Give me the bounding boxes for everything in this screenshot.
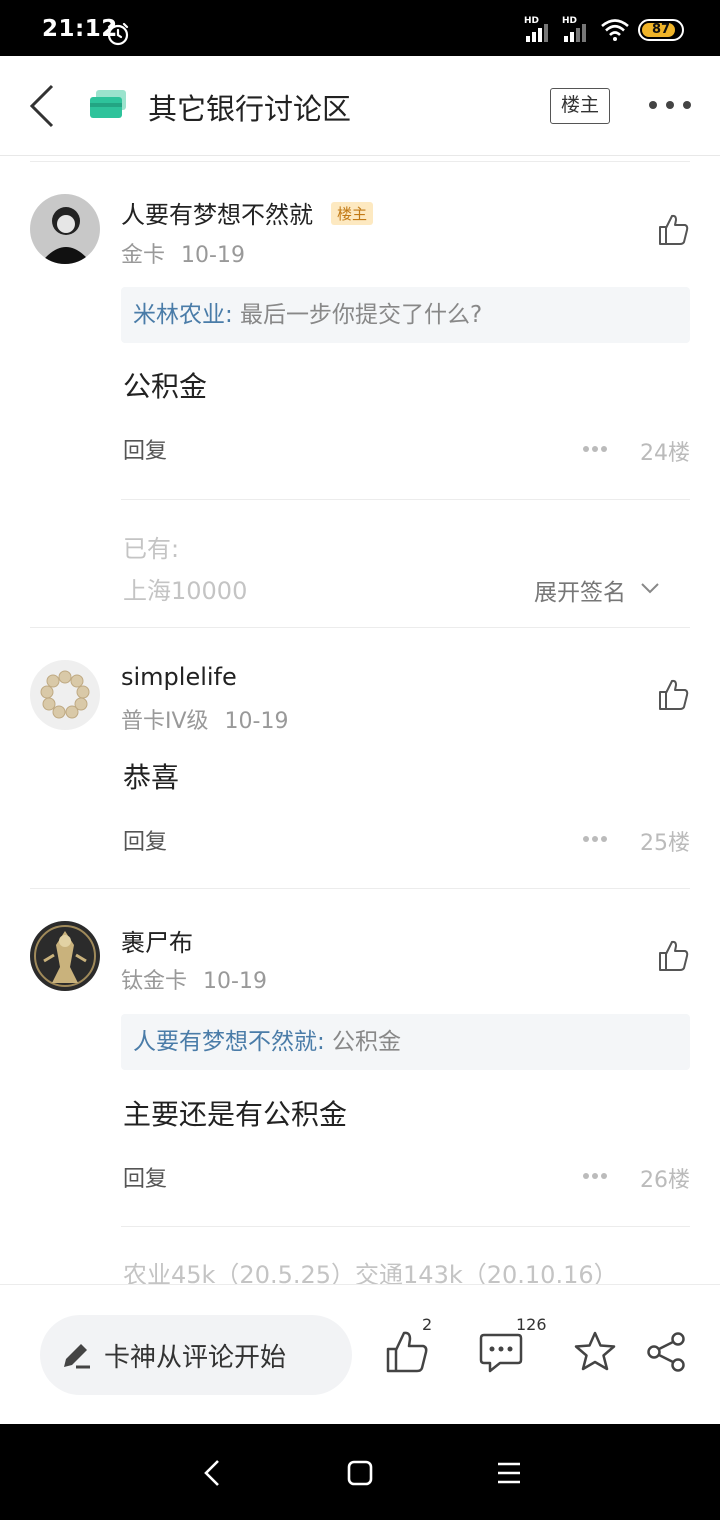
floor-number: 26楼 — [640, 1168, 690, 1193]
divider — [121, 499, 690, 500]
page-title: 其它银行讨论区 — [148, 92, 352, 126]
divider — [121, 1226, 690, 1227]
signature-line: 农业45k（20.5.25）交通143k（20.10.16） — [123, 1261, 618, 1284]
comment-date: 10-19 — [203, 969, 267, 994]
user-level: 钛金卡 — [121, 969, 188, 994]
floor-number: 25楼 — [640, 831, 690, 856]
quoted-reply[interactable]: 人要有梦想不然就: 公积金 — [121, 1014, 690, 1070]
comment-input[interactable]: 卡神从评论开始 — [40, 1315, 352, 1395]
divider — [30, 888, 690, 889]
more-options-icon[interactable] — [648, 100, 692, 110]
comment-placeholder[interactable]: 卡神从评论开始 — [104, 1337, 286, 1374]
thumbs-up-icon[interactable] — [656, 939, 690, 973]
comment-count: 126 — [516, 1315, 547, 1334]
avatar[interactable] — [30, 921, 100, 991]
back-arrow-icon[interactable] — [26, 82, 60, 130]
forum-card-icon — [90, 90, 126, 118]
quoted-user[interactable]: 米林农业: — [133, 302, 233, 328]
thumbs-up-icon[interactable] — [384, 1329, 430, 1375]
share-icon[interactable] — [644, 1329, 690, 1375]
divider — [30, 627, 690, 628]
pencil-icon — [64, 1344, 90, 1369]
signature-line: 已有: — [123, 535, 180, 563]
reply-button[interactable]: 回复 — [123, 433, 167, 465]
cell-signal-1-icon: HD — [524, 16, 554, 42]
nav-menu-icon[interactable] — [494, 1458, 524, 1488]
comment-text: 主要还是有公积金 — [123, 1098, 348, 1131]
wifi-icon — [601, 19, 629, 41]
quoted-reply[interactable]: 米林农业: 最后一步你提交了什么? — [121, 287, 690, 343]
system-nav-bar — [0, 1424, 720, 1520]
louzhu-only-button[interactable]: 楼主 — [550, 88, 610, 124]
comment-bubble-icon[interactable] — [478, 1329, 524, 1375]
quoted-text: 公积金 — [324, 1029, 402, 1055]
quoted-text: 最后一步你提交了什么? — [232, 302, 483, 328]
avatar[interactable] — [30, 194, 100, 264]
comment-meta: 金卡 10-19 — [121, 237, 245, 269]
expand-signature-button[interactable]: 展开签名 — [534, 573, 626, 607]
app-header: 其它银行讨论区 楼主 — [0, 56, 720, 156]
reply-button[interactable]: 回复 — [123, 1161, 167, 1193]
louzhu-badge: 楼主 — [331, 202, 374, 225]
more-options-icon[interactable] — [582, 835, 608, 843]
nav-home-icon[interactable] — [345, 1458, 375, 1488]
comment-text: 公积金 — [123, 370, 208, 403]
user-level: 普卡IV级 — [121, 709, 209, 734]
bottom-action-bar: 卡神从评论开始 2 126 — [0, 1284, 720, 1424]
thumbs-up-icon[interactable] — [656, 678, 690, 712]
floor-number: 24楼 — [640, 441, 690, 466]
avatar[interactable] — [30, 660, 100, 730]
comment-meta: 普卡IV级 10-19 — [121, 703, 288, 735]
divider — [30, 161, 690, 162]
user-level: 金卡 — [121, 243, 166, 268]
comment-username[interactable]: simplelife — [121, 663, 237, 691]
comment-meta: 钛金卡 10-19 — [121, 963, 267, 995]
more-options-icon[interactable] — [582, 1172, 608, 1180]
star-icon[interactable] — [572, 1329, 618, 1375]
reply-button[interactable]: 回复 — [123, 824, 167, 856]
comment-username[interactable]: 裹尸布 — [121, 923, 193, 958]
nav-back-icon[interactable] — [198, 1458, 228, 1488]
quoted-user[interactable]: 人要有梦想不然就: — [133, 1029, 325, 1055]
comment-list[interactable]: 人要有梦想不然就 楼主 金卡 10-19 米林农业: 最后一步你提交了什么? 公积金… — [0, 157, 720, 1284]
battery-level: 87 — [651, 22, 671, 37]
comment-date: 10-19 — [181, 243, 245, 268]
battery-icon: 87 — [638, 19, 684, 41]
like-count: 2 — [422, 1315, 433, 1334]
cell-signal-2-icon: HD — [562, 16, 592, 42]
comment-username[interactable]: 人要有梦想不然就 楼主 — [121, 195, 374, 230]
alarm-icon — [107, 22, 129, 46]
comment-date: 10-19 — [224, 709, 289, 734]
signature-line: 上海10000 — [123, 577, 248, 605]
thumbs-up-icon[interactable] — [656, 213, 690, 247]
comment-text: 恭喜 — [123, 761, 180, 794]
status-bar: 21:12 HD HD 87 — [0, 0, 720, 56]
more-options-icon[interactable] — [582, 445, 608, 453]
chevron-down-icon[interactable] — [640, 581, 660, 595]
